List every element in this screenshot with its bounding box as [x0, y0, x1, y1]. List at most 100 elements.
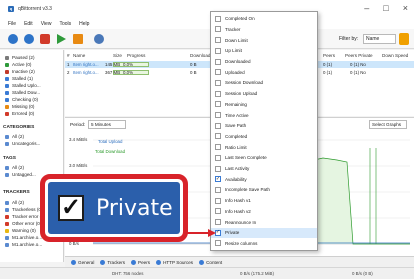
context-menu-item[interactable]: Uploaded [211, 68, 317, 78]
sidebar-item-checking[interactable]: Checking (0) [5, 96, 38, 103]
sidebar-item-errored[interactable]: Errored (0) [5, 110, 34, 117]
sidebar-item-stalled-upload[interactable]: Stalled Uplo... [5, 82, 41, 89]
checkbox-icon[interactable] [215, 144, 221, 151]
checkbox-icon[interactable] [215, 122, 221, 129]
trackers-header[interactable]: TRACKERS [3, 190, 30, 195]
content-icon [199, 259, 205, 265]
options-gear-icon[interactable] [94, 34, 104, 44]
sidebar-item-other-error[interactable]: Other error (0) [5, 220, 41, 227]
context-menu-item[interactable]: Up Limit [211, 46, 317, 56]
minimize-button[interactable]: – [364, 3, 369, 13]
checkbox-icon[interactable] [215, 26, 221, 33]
filter-select[interactable]: Name [363, 34, 396, 44]
categories-header[interactable]: CATEGORIES [3, 125, 34, 130]
tab-http-sources[interactable]: HTTP Sources [156, 259, 193, 265]
sidebar-item-uncategorised[interactable]: Uncategoris... [5, 140, 40, 147]
column-header-peers[interactable]: Peers [323, 53, 335, 58]
column-header-progress[interactable]: Progress [127, 53, 145, 58]
sidebar-item-stalled[interactable]: Stalled (1) [5, 75, 33, 82]
checkbox-icon[interactable] [215, 79, 221, 86]
checkbox-icon[interactable] [215, 240, 221, 247]
context-menu-item[interactable]: Completed On [211, 14, 317, 24]
lock-icon[interactable] [399, 33, 409, 45]
context-menu-item-label: Reannounce In [225, 219, 257, 225]
menu-help[interactable]: Help [79, 21, 89, 27]
context-menu-item[interactable]: Last Activity [211, 164, 317, 174]
context-menu-item[interactable]: Remaining [211, 100, 317, 110]
column-header-num[interactable]: # [67, 53, 70, 58]
checkbox-icon[interactable] [215, 90, 221, 97]
checkbox-icon[interactable] [215, 58, 221, 65]
context-menu-item[interactable]: Save Path [211, 121, 317, 131]
checkbox-icon[interactable] [215, 47, 221, 54]
tab-general[interactable]: General [71, 259, 94, 265]
column-header-peers-private[interactable]: Peers Private [345, 53, 373, 58]
menu-edit[interactable]: Edit [24, 21, 33, 27]
sidebar-item-tracker-2[interactable]: M1.archive.o... [5, 241, 42, 248]
context-menu-item[interactable]: Down Limit [211, 35, 317, 45]
sidebar-item-stalled-download[interactable]: Stalled Dow... [5, 89, 40, 96]
delete-icon[interactable] [40, 34, 50, 44]
maximize-button[interactable]: □ [383, 3, 388, 13]
context-menu-item[interactable]: Info Hash v2 [211, 207, 317, 217]
download-speed-status: 0 B/s (175.2 MiB) [240, 271, 274, 276]
context-menu-item[interactable]: Tracker [211, 25, 317, 35]
context-menu-item[interactable]: Completed [211, 132, 317, 142]
context-menu-item[interactable]: Downloaded [211, 57, 317, 67]
sidebar-item-paused[interactable]: Paused (2) [5, 54, 34, 61]
column-header-size[interactable]: Size [113, 53, 122, 58]
checkbox-icon[interactable] [215, 133, 221, 140]
context-menu-item[interactable]: Session Upload [211, 89, 317, 99]
sidebar-item-active[interactable]: Active (0) [5, 61, 31, 68]
context-menu-item[interactable]: Session Download [211, 78, 317, 88]
context-menu-item[interactable]: Incomplete Save Path [211, 185, 317, 195]
checkbox-icon[interactable] [215, 208, 221, 215]
context-menu-item[interactable]: Ratio Limit [211, 142, 317, 152]
sidebar-item-tag-all[interactable]: All (2) [5, 164, 24, 171]
sidebar-item-trackerless[interactable]: Trackerless (0) [5, 206, 42, 213]
checkbox-icon[interactable] [215, 165, 221, 172]
context-menu-item[interactable]: ✓ Private [211, 228, 317, 238]
checkbox-icon[interactable] [215, 15, 221, 22]
sidebar-item-category-all[interactable]: All (2) [5, 133, 24, 140]
checkbox-icon[interactable] [215, 197, 221, 204]
column-header-down-speed[interactable]: Down Speed [382, 53, 408, 58]
tags-header[interactable]: TAGS [3, 156, 16, 161]
checkbox-icon[interactable] [215, 37, 221, 44]
resume-icon[interactable] [57, 34, 66, 44]
context-menu-item[interactable]: Info Hash v1 [211, 196, 317, 206]
menu-view[interactable]: View [41, 21, 52, 27]
context-menu-item[interactable]: Last Seen Complete [211, 153, 317, 163]
private-checkbox-icon[interactable]: ✓ [58, 195, 84, 221]
close-button[interactable]: × [403, 3, 408, 13]
context-menu-item[interactable]: ✓ Availability [211, 175, 317, 185]
column-header-name[interactable]: Name [73, 53, 85, 58]
pause-icon[interactable] [73, 34, 83, 44]
checkbox-icon[interactable] [215, 101, 221, 108]
checkbox-icon[interactable] [215, 186, 221, 193]
missing-icon [5, 104, 9, 109]
context-menu-item[interactable]: Time Active [211, 110, 317, 120]
checkbox-icon[interactable]: ✓ [215, 176, 221, 183]
tab-content[interactable]: Content [199, 259, 222, 265]
sidebar-item-missing[interactable]: Missing (0) [5, 103, 34, 110]
active-icon [5, 62, 9, 67]
title-bar: q qBittorrent v3.3 – □ × [0, 0, 414, 18]
checkbox-icon[interactable] [215, 69, 221, 76]
checkbox-icon[interactable] [215, 154, 221, 161]
context-menu-item[interactable]: Reannounce In [211, 217, 317, 227]
callout-highlight: ✓ Private [48, 182, 180, 234]
checkbox-icon[interactable] [215, 112, 221, 119]
sidebar-item-trackers-all[interactable]: All (2) [5, 199, 24, 206]
tab-trackers[interactable]: Trackers [100, 259, 125, 265]
add-link-icon[interactable] [8, 34, 18, 44]
add-torrent-icon[interactable] [24, 34, 34, 44]
sidebar-item-warning[interactable]: Warning (0) [5, 227, 36, 234]
menu-file[interactable]: File [8, 21, 16, 27]
sidebar-item-untagged[interactable]: Untagged... [5, 171, 36, 178]
context-menu-item[interactable]: Resize columns [211, 239, 317, 249]
sidebar-item-inactive[interactable]: Inactive (2) [5, 68, 35, 75]
sidebar-item-tracker-1[interactable]: M1.archive.o... [5, 234, 42, 241]
tab-peers[interactable]: Peers [131, 259, 150, 265]
menu-tools[interactable]: Tools [59, 21, 71, 27]
